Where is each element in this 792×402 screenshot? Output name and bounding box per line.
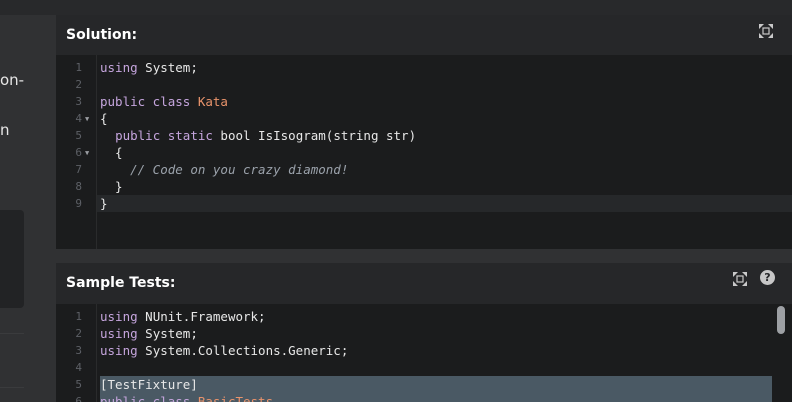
left-description-fragment-1: on- — [0, 71, 25, 89]
code-token: NUnit.Framework; — [137, 309, 266, 324]
code-token: { — [100, 111, 108, 126]
line-number: 7 — [75, 163, 82, 176]
code-line[interactable]: 6 ▼ { — [56, 144, 792, 161]
code-token: { — [100, 145, 123, 160]
sample-tests-code-editor[interactable]: 1 using NUnit.Framework; 2 using System; 3 us… — [56, 304, 792, 402]
code-token: System; — [137, 60, 198, 75]
line-number: 8 — [75, 180, 82, 193]
code-line[interactable]: 1 using NUnit.Framework; — [56, 308, 792, 325]
line-number: 1 — [75, 61, 82, 74]
code-text: { — [100, 110, 108, 127]
code-line[interactable]: 4 — [56, 359, 792, 376]
sample-tests-panel: Sample Tests: ? 1 using NUnit.Framework; 2… — [56, 263, 792, 402]
line-number: 4 — [75, 361, 82, 374]
code-text: using NUnit.Framework; — [100, 308, 266, 325]
code-token: System.Collections.Generic; — [137, 343, 349, 358]
line-number: 1 — [75, 310, 82, 323]
solution-panel: Solution: 1 using System; 2 3 public class K… — [56, 15, 792, 249]
code-token: using — [100, 326, 138, 341]
code-line[interactable]: 3 using System.Collections.Generic; — [56, 342, 792, 359]
line-number: 9 — [75, 197, 82, 210]
line-number: 4 — [75, 112, 82, 125]
help-icon[interactable]: ? — [760, 270, 775, 285]
fold-arrow-icon[interactable]: ▼ — [85, 111, 89, 128]
code-token: // Code on you crazy diamond! — [130, 162, 349, 177]
code-text: } — [100, 178, 123, 195]
solution-code-editor[interactable]: 1 using System; 2 3 public class Kata 4 ▼{5 pu… — [56, 55, 792, 249]
solution-header: Solution: — [56, 15, 792, 55]
code-token: [TestFixture] — [100, 377, 198, 392]
code-token: System; — [137, 326, 198, 341]
code-text: using System; — [100, 59, 198, 76]
sample-tests-header: Sample Tests: ? — [56, 263, 792, 303]
line-number: 5 — [75, 378, 82, 391]
line-number: 3 — [75, 95, 82, 108]
code-token: } — [100, 179, 123, 194]
line-number: 6 — [75, 146, 82, 159]
code-text: using System; — [100, 325, 198, 342]
code-line[interactable]: 5 public static bool IsIsogram(string st… — [56, 127, 792, 144]
code-text: // Code on you crazy diamond! — [100, 161, 348, 178]
left-divider — [0, 387, 24, 388]
code-text: public class Kata — [100, 93, 228, 110]
code-text: public class BasicTests — [100, 393, 273, 402]
code-token: public static — [115, 128, 213, 143]
code-line[interactable]: 3 public class Kata — [56, 93, 792, 110]
solution-title: Solution: — [66, 27, 138, 43]
code-line[interactable]: 2 using System; — [56, 325, 792, 342]
left-info-box — [0, 210, 24, 308]
line-number: 6 — [75, 395, 82, 402]
code-token: } — [100, 196, 108, 211]
line-number: 3 — [75, 344, 82, 357]
code-token: using — [100, 309, 138, 324]
left-divider — [0, 333, 24, 334]
code-token: public class — [100, 394, 191, 402]
top-bar — [0, 0, 792, 15]
line-number: 2 — [75, 78, 82, 91]
code-token: Kata — [197, 94, 228, 109]
code-token: public class — [100, 94, 191, 109]
code-token: bool IsIsogram(string str) — [212, 128, 417, 143]
left-description-fragment-2: n — [0, 121, 10, 139]
code-line[interactable]: 7 // Code on you crazy diamond! — [56, 161, 792, 178]
code-text: } — [100, 195, 108, 212]
code-line[interactable]: 2 — [56, 76, 792, 93]
code-line[interactable]: 6 public class BasicTests — [56, 393, 792, 402]
line-number: 2 — [75, 327, 82, 340]
line-number: 5 — [75, 129, 82, 142]
fold-arrow-icon[interactable]: ▼ — [85, 145, 89, 162]
code-line[interactable]: 4 ▼ { — [56, 110, 792, 127]
expand-icon[interactable] — [732, 271, 748, 287]
code-token: using — [100, 60, 138, 75]
sample-tests-title: Sample Tests: — [66, 275, 176, 291]
code-line[interactable]: 5 [TestFixture] — [56, 376, 792, 393]
code-text: [TestFixture] — [100, 376, 198, 393]
code-text: { — [100, 144, 123, 161]
code-text: using System.Collections.Generic; — [100, 342, 348, 359]
left-sidebar: on- n — [0, 15, 40, 402]
code-token: BasicTests — [197, 394, 274, 402]
code-token: using — [100, 343, 138, 358]
code-text: public static bool IsIsogram(string str) — [100, 127, 416, 144]
expand-icon[interactable] — [758, 23, 774, 39]
code-line[interactable]: 1 using System; — [56, 59, 792, 76]
code-line[interactable]: 9} — [56, 195, 792, 212]
code-line[interactable]: 8 } — [56, 178, 792, 195]
vertical-scrollbar[interactable] — [777, 306, 785, 334]
